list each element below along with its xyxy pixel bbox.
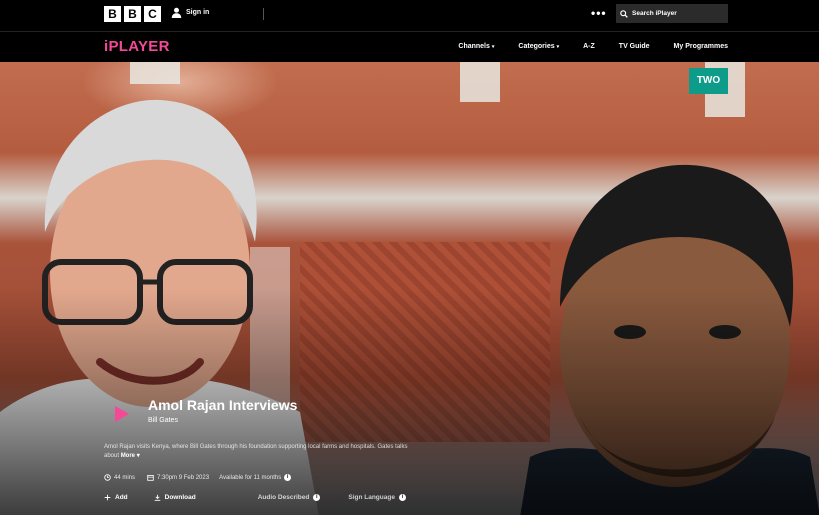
sign-language-button[interactable]: Sign Language i — [348, 494, 406, 501]
search-box[interactable] — [616, 4, 728, 23]
programme-subtitle: Bill Gates — [148, 417, 178, 424]
nav-item-categories[interactable]: Categories ▾ — [518, 43, 559, 50]
plus-icon — [104, 494, 111, 501]
chevron-down-icon: ▾ — [491, 43, 495, 50]
bbc-logo-letter-b1: B — [104, 6, 121, 22]
search-icon — [620, 9, 628, 18]
nav-item-label: Channels — [458, 43, 490, 50]
duration-meta: 44 mins — [104, 474, 135, 481]
availability-meta: Available for 11 months i — [219, 474, 292, 481]
calendar-icon — [147, 474, 154, 481]
download-button[interactable]: Download — [154, 494, 196, 501]
search-input[interactable] — [632, 10, 722, 17]
sign-language-label: Sign Language — [348, 494, 395, 501]
programme-actions: Add Download Audio Described i Sign Lang… — [104, 494, 406, 501]
nav-bar: iPLAYER Channels ▾ Categories ▾ A-Z TV G… — [0, 31, 819, 62]
nav-item-label: Categories — [518, 43, 555, 50]
iplayer-logo[interactable]: iPLAYER — [104, 38, 170, 55]
hero-banner: TWO Amol Rajan Interviews Bill Gates Amo… — [0, 62, 819, 515]
sign-in-label: Sign in — [186, 9, 210, 16]
nav-item-label: A-Z — [583, 43, 595, 50]
top-bar-divider — [263, 8, 264, 20]
top-bar: B B C Sign in ••• — [0, 0, 819, 31]
info-icon: i — [313, 494, 321, 501]
broadcast-text: 7:30pm 9 Feb 2023 — [157, 474, 210, 481]
programme-description: Amol Rajan visits Kenya, where Bill Gate… — [104, 443, 414, 461]
info-icon[interactable]: i — [284, 474, 292, 481]
nav-item-channels[interactable]: Channels ▾ — [458, 43, 494, 50]
nav-item-a-z[interactable]: A-Z — [583, 43, 595, 50]
bbc-logo-letter-c: C — [144, 6, 161, 22]
more-label: More — [120, 453, 136, 459]
more-dots-icon[interactable]: ••• — [591, 7, 607, 19]
audio-described-button[interactable]: Audio Described i — [258, 494, 321, 501]
more-button[interactable]: More ▾ — [121, 453, 140, 459]
add-button[interactable]: Add — [104, 494, 128, 501]
bbc-logo[interactable]: B B C — [104, 6, 161, 22]
info-icon: i — [398, 494, 406, 501]
audio-described-label: Audio Described — [257, 494, 310, 501]
add-label: Add — [115, 494, 128, 501]
bbc-logo-letter-b2: B — [124, 6, 141, 22]
duration-text: 44 mins — [114, 474, 136, 481]
nav-item-label: My Programmes — [673, 43, 728, 50]
download-icon — [154, 494, 160, 501]
sign-in-button[interactable]: Sign in — [171, 7, 209, 18]
nav-item-my-programmes[interactable]: My Programmes — [674, 43, 728, 50]
programme-title[interactable]: Amol Rajan Interviews — [148, 397, 297, 413]
play-icon[interactable] — [112, 404, 132, 424]
channel-badge: TWO — [689, 68, 728, 94]
nav-item-label: TV Guide — [618, 43, 650, 50]
download-label: Download — [164, 494, 196, 501]
user-icon — [171, 7, 182, 18]
nav-item-tv-guide[interactable]: TV Guide — [619, 43, 650, 50]
chevron-down-icon: ▾ — [556, 43, 560, 50]
clock-icon — [104, 474, 111, 481]
chevron-down-icon: ▾ — [136, 453, 140, 459]
nav-items: Channels ▾ Categories ▾ A-Z TV Guide My … — [458, 43, 728, 50]
programme-meta: 44 mins 7:30pm 9 Feb 2023 Available for … — [104, 474, 292, 481]
availability-text: Available for 11 months — [219, 474, 282, 481]
broadcast-meta: 7:30pm 9 Feb 2023 — [147, 474, 209, 481]
programme-description-text: Amol Rajan visits Kenya, where Bill Gate… — [104, 444, 408, 459]
